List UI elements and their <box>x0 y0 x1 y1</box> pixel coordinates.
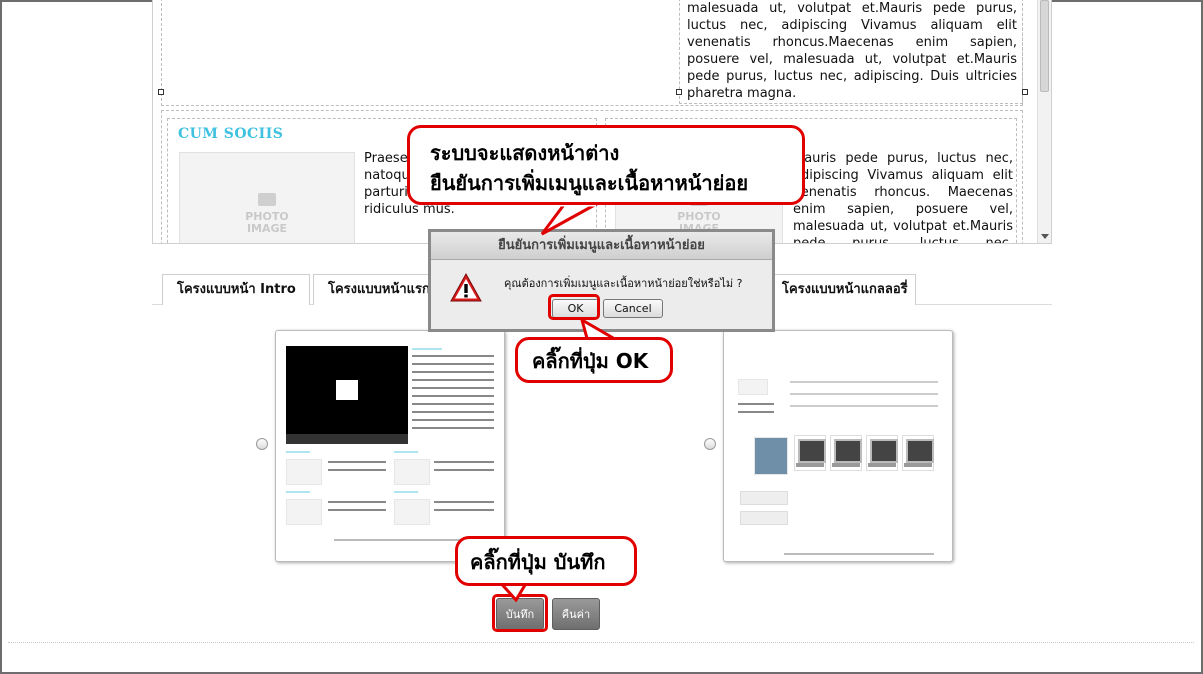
section-heading: CUM SOCIIS <box>178 126 284 142</box>
callout-text-line1: ระบบจะแสดงหน้าต่าง <box>430 141 620 165</box>
product-thumbnail <box>866 435 898 471</box>
reset-button[interactable]: คืนค่า <box>552 598 600 630</box>
text-line <box>738 403 774 405</box>
text-line <box>328 501 386 503</box>
camera-icon <box>258 193 276 206</box>
text-line <box>434 461 494 463</box>
mini-photo <box>286 499 322 525</box>
tab-gallery-layout[interactable]: โครงแบบหน้าแกลลอรี่ <box>767 274 916 305</box>
mini-photo <box>394 499 430 525</box>
tab-intro-layout[interactable]: โครงแบบหน้า Intro <box>162 274 310 305</box>
play-icon <box>336 380 358 400</box>
text-line <box>412 403 494 405</box>
callout-pointer <box>540 200 601 236</box>
photo-placeholder-left: PHOTO IMAGE <box>179 152 355 243</box>
mini-heading <box>286 491 310 493</box>
text-line <box>434 509 494 511</box>
text-line <box>412 371 494 373</box>
text-line <box>412 419 494 421</box>
text-line <box>790 405 938 407</box>
template-preview-1[interactable] <box>275 330 505 562</box>
text-line <box>790 393 938 395</box>
text-line <box>412 395 494 397</box>
dialog-title: ยืนยันการเพิ่มเมนูและเนื้อหาหน้าย่อย <box>431 232 772 260</box>
mini-footer <box>784 553 934 555</box>
resize-handle[interactable] <box>1022 89 1028 95</box>
scroll-down-arrow-icon[interactable] <box>1041 234 1049 239</box>
mini-heading <box>394 491 418 493</box>
mini-heading <box>394 451 418 453</box>
warning-icon <box>450 273 482 302</box>
callout-text: คลิ๊กที่ปุ่ม บันทึก <box>470 550 606 574</box>
mini-logo <box>738 379 768 395</box>
top-right-paragraph: malesuada ut, volutpat et.Mauris pede pu… <box>687 1 1017 101</box>
resize-handle[interactable] <box>676 89 682 95</box>
text-line <box>328 461 386 463</box>
video-thumbnail <box>286 346 408 444</box>
template-radio-2[interactable] <box>704 438 716 450</box>
dialog-message: คุณต้องการเพิ่มเมนูและเนื้อหาหน้าย่อยใช่… <box>504 277 743 290</box>
mini-photo <box>394 459 430 485</box>
mini-button <box>740 491 788 505</box>
video-controls <box>286 434 408 444</box>
template-radio-1[interactable] <box>256 438 268 450</box>
mini-photo <box>286 459 322 485</box>
tab-label: โครงแบบหน้า Intro <box>177 282 296 297</box>
product-thumbnail <box>794 435 826 471</box>
text-line <box>412 427 494 429</box>
photo-placeholder-label: PHOTO IMAGE <box>245 210 289 235</box>
callout-dialog-note: ระบบจะแสดงหน้าต่าง ยืนยันการเพิ่มเมนูและ… <box>407 125 805 205</box>
mini-button <box>740 511 788 525</box>
text-line <box>328 469 386 471</box>
callout-text-line2: ยืนยันการเพิ่มเมนูและเนื้อหาหน้าย่อย <box>430 171 749 195</box>
right-col-paragraph: Mauris pede purus, luctus nec, adipiscin… <box>793 151 1013 244</box>
product-thumbnail <box>902 435 934 471</box>
mini-photo <box>754 437 788 475</box>
scrollbar-thumb[interactable] <box>1040 0 1049 92</box>
text-line <box>434 469 494 471</box>
mini-heading <box>286 451 310 453</box>
text-line <box>738 411 774 413</box>
footer-divider <box>8 642 1194 643</box>
callout-click-save: คลิ๊กที่ปุ่ม บันทึก <box>455 536 637 586</box>
callout-click-ok: คลิ๊กที่ปุ่ม OK <box>515 337 673 383</box>
text-line <box>434 501 494 503</box>
template-preview-2[interactable] <box>723 330 953 562</box>
text-line <box>412 363 494 365</box>
text-line <box>412 387 494 389</box>
tab-label: โครงแบบหน้าแรก <box>328 282 430 297</box>
text-line <box>412 355 494 357</box>
product-thumbnail <box>830 435 862 471</box>
text-line <box>412 411 494 413</box>
text-line <box>328 509 386 511</box>
callout-text: คลิ๊กที่ปุ่ม OK <box>532 349 649 373</box>
text-line <box>412 379 494 381</box>
tab-home-layout[interactable]: โครงแบบหน้าแรก <box>313 274 435 305</box>
text-line <box>790 381 938 383</box>
mini-heading <box>412 348 442 350</box>
tab-label: โครงแบบหน้าแกลลอรี่ <box>782 282 908 297</box>
resize-handle[interactable] <box>158 89 164 95</box>
editor-scrollbar[interactable] <box>1037 0 1051 243</box>
